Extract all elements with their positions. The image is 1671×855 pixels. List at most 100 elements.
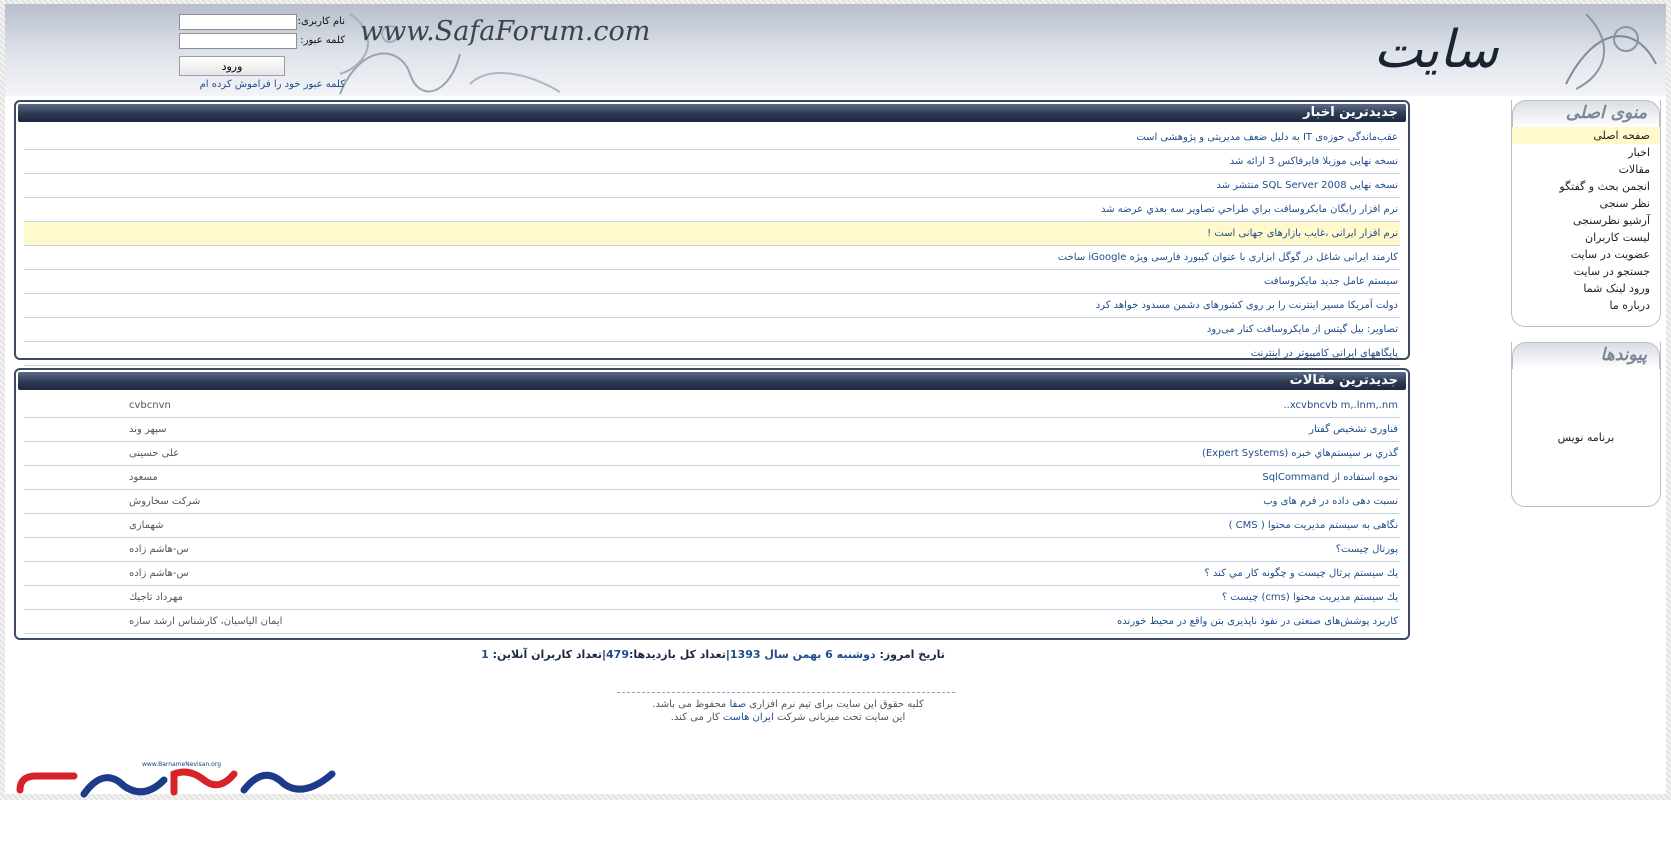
news-link[interactable]: عقب‌ماندگی حوزه‌ی IT به دلیل ضعف مدیریتی… xyxy=(1136,132,1398,143)
articles-list: xcvbncvb m,.lnm,.nm.. cvbcnvn فناوری تشخيص… xyxy=(24,394,1400,634)
article-row: يك سيستم مديريت محتوا (cms) چيست ؟ مهرداد… xyxy=(24,586,1400,610)
iran-host-link[interactable]: ایران هاست xyxy=(723,712,774,723)
main-menu-title: منوی اصلی xyxy=(1565,103,1648,123)
links-list: برنامه نویس xyxy=(1512,369,1660,446)
news-panel-title: جدیدترین اخبار xyxy=(18,104,1406,122)
article-row: نحوه استفاده از SqlCommand مسعود xyxy=(24,466,1400,490)
page-frame: سایت تخصصی صفا www.SafaForum.com نام کار… xyxy=(0,0,1671,800)
article-link[interactable]: يك سيستم مديريت محتوا (cms) چيست ؟ xyxy=(1222,592,1398,603)
article-author: شرکت سخاروش xyxy=(129,496,201,507)
copyright-line: کلیه حقوق این سایت برای تیم نرم افزاری ص… xyxy=(558,698,1018,711)
articles-panel: جدیدترین مقالات xcvbncvb m,.lnm,.nm.. cvb… xyxy=(14,368,1410,640)
article-author: مهرداد تاجيك xyxy=(129,592,183,603)
online-value: 1 xyxy=(481,648,489,661)
article-link[interactable]: xcvbncvb m,.lnm,.nm.. xyxy=(1283,400,1398,411)
login-form: نام کاربری: کلمه عبور: ورود کلمه عبور خو… xyxy=(175,12,345,90)
article-author: شهمازی xyxy=(129,520,164,531)
news-row: سيستم عامل جديد مايکروسافت xyxy=(24,270,1400,294)
site-url-logo: www.SafaForum.com xyxy=(360,16,651,47)
page-content: جدیدترین اخبار عقب‌ماندگی حوزه‌ی IT به د… xyxy=(5,96,1666,794)
news-row: دولت آمريکا مسير اينترنت را بر روی کشوره… xyxy=(24,294,1400,318)
news-row: پايگاههای ايرانی کامپيوتر در اينترنت xyxy=(24,342,1400,366)
news-row: نسخه نهایی موزیلا فایرفاکس 3 ارائه شد xyxy=(24,150,1400,174)
links-box: پیوندها برنامه نویس xyxy=(1511,342,1661,507)
news-row: نسخه نهايی SQL Server 2008 منتشر شد xyxy=(24,174,1400,198)
news-link[interactable]: پايگاههای ايرانی کامپيوتر در اينترنت xyxy=(1251,348,1398,359)
swirl-ornament-icon xyxy=(1565,13,1657,90)
article-author: س-هاشم زاده xyxy=(129,568,189,579)
footer-divider xyxy=(617,692,955,693)
news-link[interactable]: سيستم عامل جديد مايکروسافت xyxy=(1264,276,1398,287)
visits-value: 479 xyxy=(606,648,629,661)
password-label: کلمه عبور: xyxy=(300,35,345,46)
main-menu-item[interactable]: لیست کاربران xyxy=(1512,229,1660,246)
article-link[interactable]: پورتال چیست؟ xyxy=(1336,544,1398,555)
news-link[interactable]: نسخه نهايی SQL Server 2008 منتشر شد xyxy=(1216,180,1398,191)
article-row: گذري بر سيستم‌هاي خبره (Expert Systems) ع… xyxy=(24,442,1400,466)
article-author: ایمان الیاسیان، کارشناس ارشد سازه xyxy=(129,616,283,627)
article-row: يك سيستم پرتال چيست و چگونه كار مي كند ؟… xyxy=(24,562,1400,586)
article-author: مسعود xyxy=(129,472,158,483)
news-row: نرم افزار رايگان مايکروسافت براي طراحي ت… xyxy=(24,198,1400,222)
main-menu-item[interactable]: اخبار xyxy=(1512,144,1660,161)
article-author: cvbcnvn xyxy=(129,400,171,411)
date-label: تاریخ امروز: xyxy=(879,648,945,661)
hosting-post: کار می کند. xyxy=(670,712,720,723)
online-label: |تعداد کاربران آنلاین: xyxy=(492,648,607,661)
news-link[interactable]: نرم افزار رايگان مايکروسافت براي طراحي ت… xyxy=(1101,204,1398,215)
main-menu-item[interactable]: نظر سنجی xyxy=(1512,195,1660,212)
username-row: نام کاربری: xyxy=(175,12,345,31)
main-menu-item[interactable]: عضویت در سایت xyxy=(1512,246,1660,263)
article-author: سپهر وند xyxy=(129,424,167,435)
news-link[interactable]: دولت آمريکا مسير اينترنت را بر روی کشوره… xyxy=(1096,300,1398,311)
news-row: تصاوير: بيل گيتس از مايکروسافت کنار می‌ر… xyxy=(24,318,1400,342)
copyright-post: محفوظ می باشد. xyxy=(652,699,727,710)
links-box-item[interactable]: برنامه نویس xyxy=(1512,429,1660,446)
article-author: س-هاشم زاده xyxy=(129,544,189,555)
login-button[interactable]: ورود xyxy=(179,56,285,76)
forgot-password-link[interactable]: کلمه عبور خود را فراموش کرده ام xyxy=(175,79,345,90)
article-author: علی حسینی xyxy=(129,448,180,459)
article-link[interactable]: نحوه استفاده از SqlCommand xyxy=(1262,472,1398,483)
main-menu-item[interactable]: آرشیو نظرسنجی xyxy=(1512,212,1660,229)
hosting-pre: این سایت تحت میزبانی شرکت xyxy=(776,712,906,723)
news-row: نرم افزار ایرانی ،غایب بازارهای جهانی اس… xyxy=(24,222,1400,246)
articles-panel-title: جدیدترین مقالات xyxy=(18,372,1406,390)
article-link[interactable]: گذري بر سيستم‌هاي خبره (Expert Systems) xyxy=(1202,448,1398,459)
date-value: دوشنبه 6 بهمن سال 1393 xyxy=(729,648,876,661)
article-row: xcvbncvb m,.lnm,.nm.. cvbcnvn xyxy=(24,394,1400,418)
news-link[interactable]: نسخه نهایی موزیلا فایرفاکس 3 ارائه شد xyxy=(1230,156,1398,167)
article-link[interactable]: فناوری تشخيص گفتار xyxy=(1309,424,1398,435)
article-link[interactable]: يك سيستم پرتال چيست و چگونه كار مي كند ؟ xyxy=(1204,568,1398,579)
article-row: کاربرد پوشش‌های صنعتی در نفوذ ناپذيری بت… xyxy=(24,610,1400,634)
main-menu-item[interactable]: ورود لینک شما xyxy=(1512,280,1660,297)
main-menu-box: منوی اصلی صفحه اصلی اخبار مقالات انجمن بحث … xyxy=(1511,100,1661,327)
main-menu-header: منوی اصلی xyxy=(1512,100,1660,127)
main-menu-item[interactable]: انجمن بحث و گفتگو xyxy=(1512,178,1660,195)
news-panel: جدیدترین اخبار عقب‌ماندگی حوزه‌ی IT به د… xyxy=(14,100,1410,366)
main-menu-item[interactable]: مقالات xyxy=(1512,161,1660,178)
brand-safa-link[interactable]: صفا xyxy=(729,699,746,710)
news-link[interactable]: نرم افزار ایرانی ،غایب بازارهای جهانی اس… xyxy=(1207,228,1398,239)
main-menu-item[interactable]: درباره ما xyxy=(1512,297,1660,314)
site-header: سایت تخصصی صفا www.SafaForum.com نام کار… xyxy=(5,4,1666,96)
news-link[interactable]: تصاوير: بيل گيتس از مايکروسافت کنار می‌ر… xyxy=(1207,324,1398,335)
username-input[interactable] xyxy=(179,13,297,30)
barnamenevisan-watermark-logo: www.BarnameNevisan.org xyxy=(14,756,340,802)
username-label: نام کاربری: xyxy=(297,16,345,27)
article-row: نگاهی به سیستم مدیریت محتوا ( CMS ) شهماز… xyxy=(24,514,1400,538)
article-row: نسبت دهی داده در فرم های وب شرکت سخاروش xyxy=(24,490,1400,514)
main-menu-item[interactable]: جستجو در سایت xyxy=(1512,263,1660,280)
news-link[interactable]: کارمند ایرانی شاغل در گوگل ابزاری با عنو… xyxy=(1058,252,1398,263)
article-link[interactable]: کاربرد پوشش‌های صنعتی در نفوذ ناپذيری بت… xyxy=(1117,616,1398,627)
watermark-url: www.BarnameNevisan.org xyxy=(142,761,221,768)
article-row: پورتال چیست؟ س-هاشم زاده xyxy=(24,538,1400,562)
watermark-logo-icon: www.BarnameNevisan.org xyxy=(16,761,336,798)
article-link[interactable]: نگاهی به سیستم مدیریت محتوا ( CMS ) xyxy=(1229,520,1398,531)
site-stats-bar: تاریخ امروز: دوشنبه 6 بهمن سال 1393 |تعدا… xyxy=(15,648,1411,661)
footer-copyright: کلیه حقوق این سایت برای تیم نرم افزاری ص… xyxy=(558,698,1018,724)
main-menu-item[interactable]: صفحه اصلی xyxy=(1512,127,1660,144)
links-box-header: پیوندها xyxy=(1512,342,1660,369)
password-input[interactable] xyxy=(179,32,297,49)
article-link[interactable]: نسبت دهی داده در فرم های وب xyxy=(1263,496,1398,507)
